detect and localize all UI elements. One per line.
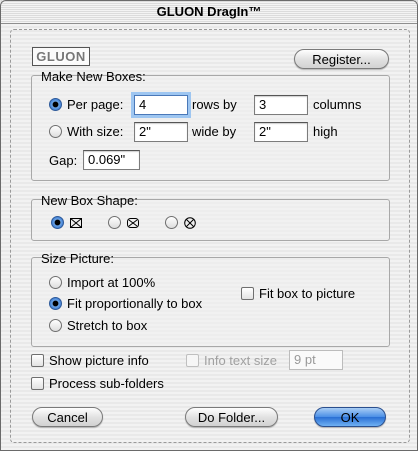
fit-box-to-picture-label: Fit box to picture <box>259 286 356 301</box>
cancel-button[interactable]: Cancel <box>32 407 103 427</box>
rows-by-label: rows by <box>192 97 237 112</box>
shape-rectangle-radio[interactable] <box>51 216 64 229</box>
fit-proportionally-label: Fit proportionally to box <box>67 296 203 311</box>
info-text-size-label: Info text size <box>204 353 277 368</box>
show-picture-info-label: Show picture info <box>49 353 149 368</box>
rounded-rectangle-x-icon <box>127 218 139 228</box>
register-button[interactable]: Register... <box>294 49 389 69</box>
info-text-size-input[interactable]: 9 pt <box>289 350 343 370</box>
columns-input[interactable]: 3 <box>254 95 308 115</box>
shape-rounded-radio[interactable] <box>108 216 121 229</box>
process-subfolders-label: Process sub-folders <box>49 376 164 391</box>
dialog-window: GLUON DragIn™ GLUON Register... Make New… <box>0 0 418 451</box>
per-page-label: Per page: <box>67 97 124 112</box>
rows-input[interactable]: 4 <box>134 95 188 115</box>
ok-button[interactable]: OK <box>314 407 386 427</box>
import-100-radio[interactable] <box>49 276 62 289</box>
info-text-size-checkbox[interactable] <box>186 354 199 367</box>
height-input[interactable]: 2" <box>254 122 308 142</box>
make-new-boxes-title: Make New Boxes: <box>41 69 146 84</box>
with-size-label: With size: <box>67 124 124 139</box>
stretch-to-box-label: Stretch to box <box>67 318 148 333</box>
show-picture-info-checkbox[interactable] <box>31 354 44 367</box>
width-input[interactable]: 2" <box>134 122 188 142</box>
gluon-logo: GLUON <box>32 47 90 66</box>
columns-label: columns <box>313 97 362 112</box>
with-size-radio[interactable] <box>49 125 62 138</box>
fit-box-to-picture-checkbox[interactable] <box>241 287 254 300</box>
rectangle-x-icon <box>70 218 82 228</box>
high-label: high <box>313 124 338 139</box>
size-picture-title: Size Picture: <box>41 251 114 266</box>
do-folder-button[interactable]: Do Folder... <box>185 407 278 427</box>
fit-proportionally-radio[interactable] <box>49 297 62 310</box>
process-subfolders-checkbox[interactable] <box>31 377 44 390</box>
wide-by-label: wide by <box>192 124 237 139</box>
per-page-radio[interactable] <box>49 98 62 111</box>
gap-label: Gap: <box>49 153 78 168</box>
window-title: GLUON DragIn™ <box>1 1 417 24</box>
stretch-to-box-radio[interactable] <box>49 319 62 332</box>
shape-oval-radio[interactable] <box>165 216 178 229</box>
oval-x-icon <box>184 217 196 229</box>
import-100-label: Import at 100% <box>67 275 156 290</box>
gap-input[interactable]: 0.069" <box>83 150 140 170</box>
new-box-shape-title: New Box Shape: <box>41 193 138 208</box>
